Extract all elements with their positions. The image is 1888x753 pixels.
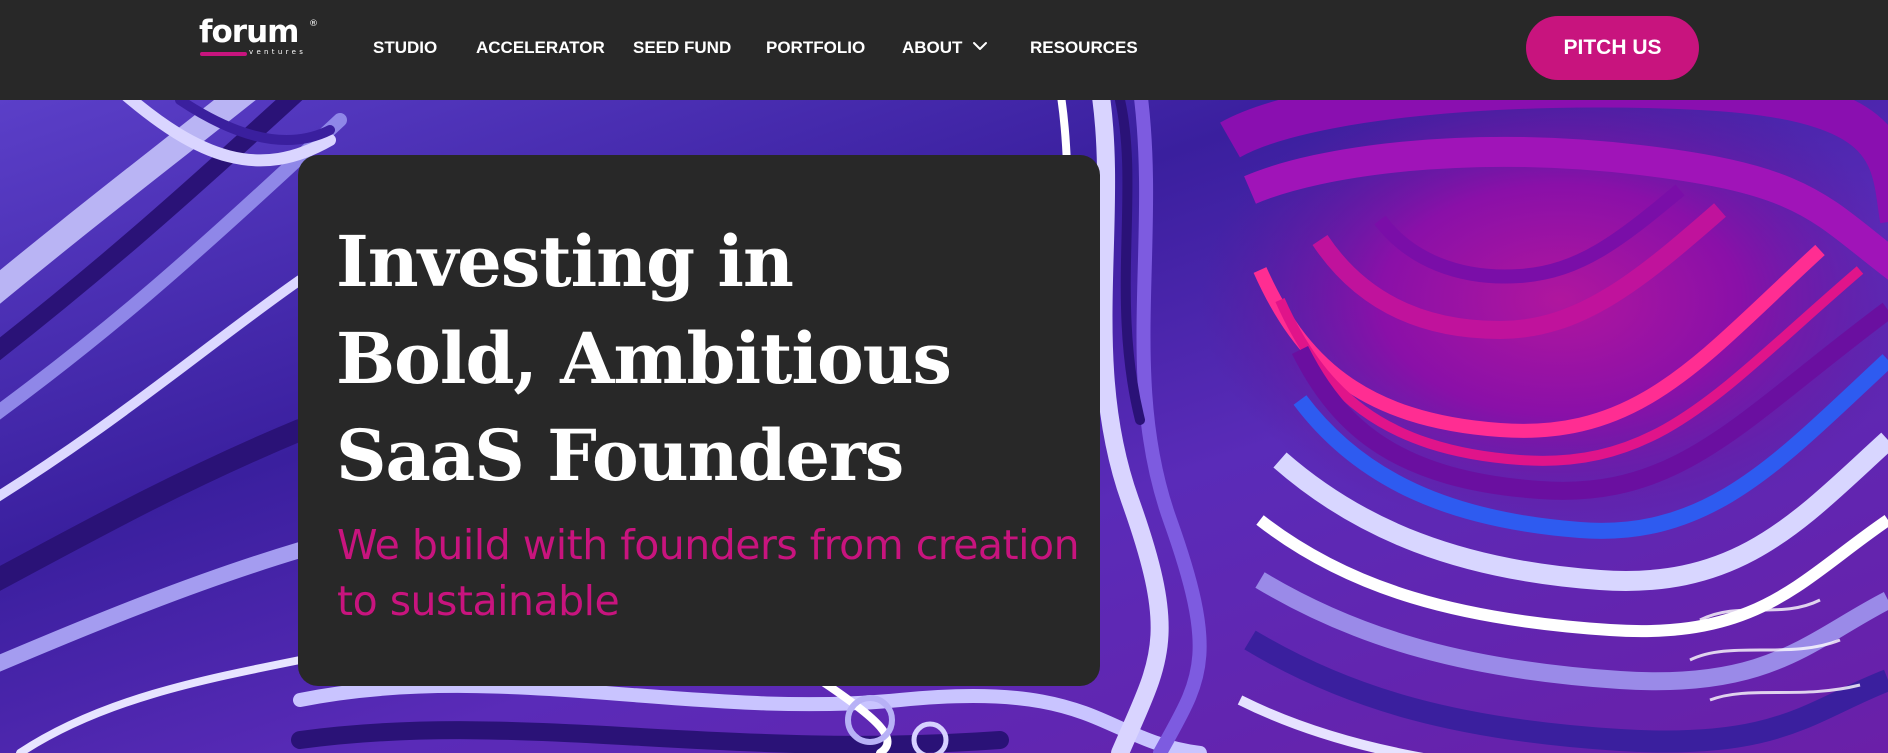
logo-tagline: ventures xyxy=(249,48,307,56)
hero-card: Investing in Bold, Ambitious SaaS Founde… xyxy=(298,155,1100,686)
page: forum ® ventures STUDIO ACCELERATOR SEED… xyxy=(0,0,1888,753)
top-navbar: forum ® ventures STUDIO ACCELERATOR SEED… xyxy=(0,0,1888,100)
hero-subheadline: We build with founders from creation to … xyxy=(337,517,1080,629)
chevron-down-icon[interactable] xyxy=(972,38,988,54)
nav-item-studio[interactable]: STUDIO xyxy=(373,38,437,58)
hero-headline-line-1: Investing in xyxy=(336,220,794,303)
nav-item-portfolio[interactable]: PORTFOLIO xyxy=(766,38,865,58)
pitch-us-button[interactable]: PITCH US xyxy=(1526,16,1699,80)
forum-ventures-logo[interactable]: forum ® ventures xyxy=(199,14,321,60)
nav-item-seed-fund[interactable]: SEED FUND xyxy=(633,38,731,58)
logo-underline xyxy=(200,52,247,56)
logo-wordmark: forum xyxy=(199,14,299,50)
hero-headline-line-3: SaaS Founders xyxy=(336,414,904,497)
logo-registered-mark: ® xyxy=(309,19,318,29)
nav-item-resources[interactable]: RESOURCES xyxy=(1030,38,1138,58)
hero-headline: Investing in Bold, Ambitious SaaS Founde… xyxy=(336,213,1076,504)
hero-subheadline-line-1: We build with founders from creation xyxy=(337,521,1080,569)
hero-headline-line-2: Bold, Ambitious xyxy=(336,317,952,400)
nav-item-accelerator[interactable]: ACCELERATOR xyxy=(476,38,605,58)
hero-subheadline-line-2: to sustainable xyxy=(337,577,620,625)
nav-item-about[interactable]: ABOUT xyxy=(902,38,962,58)
